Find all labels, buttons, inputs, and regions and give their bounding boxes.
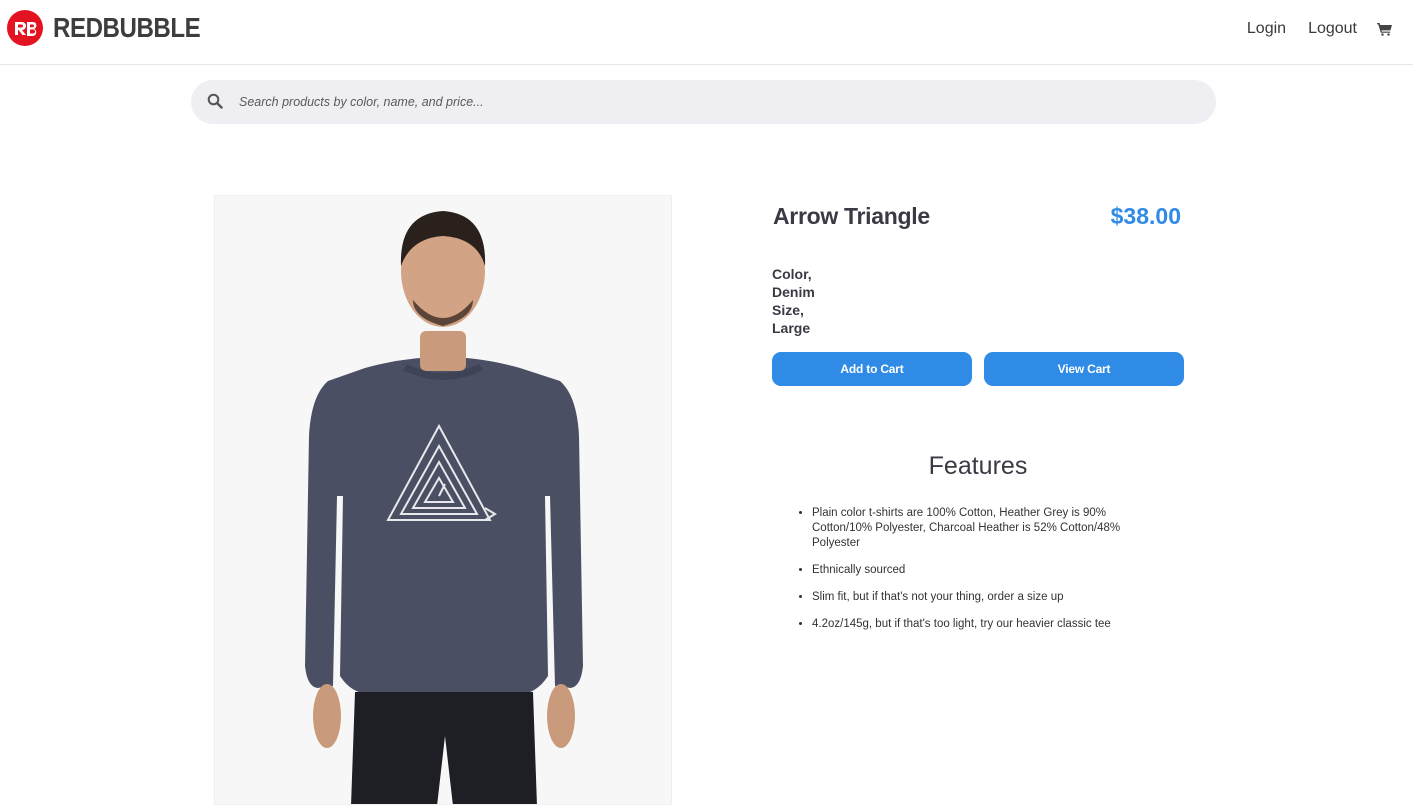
product-options: Color, Denim Size, Large — [772, 265, 815, 337]
product-image — [214, 195, 672, 805]
option-size-label: Size, — [772, 302, 804, 318]
add-to-cart-button[interactable]: Add to Cart — [772, 352, 972, 386]
option-size-value: Large — [772, 320, 811, 336]
search-input[interactable] — [239, 80, 1199, 124]
brand-logo[interactable]: REDBUBBLE — [7, 10, 224, 46]
login-link[interactable]: Login — [1247, 19, 1286, 39]
option-color-label: Color, — [772, 266, 812, 282]
option-color-value: Denim — [772, 284, 815, 300]
redbubble-logo-icon — [7, 10, 43, 46]
top-header: REDBUBBLE Login Logout — [0, 0, 1413, 65]
feature-item: 4.2oz/145g, but if that's too light, try… — [812, 617, 1142, 632]
features-list: Plain color t-shirts are 100% Cotton, He… — [812, 506, 1142, 644]
product-title: Arrow Triangle — [773, 203, 930, 229]
product-price: $38.00 — [1110, 203, 1181, 229]
features-heading: Features — [928, 452, 1028, 480]
feature-item: Ethnically sourced — [812, 563, 1142, 578]
feature-item: Slim fit, but if that's not your thing, … — [812, 590, 1142, 605]
search-icon[interactable] — [207, 93, 225, 111]
shopping-cart-icon[interactable] — [1377, 20, 1395, 38]
view-cart-button[interactable]: View Cart — [984, 352, 1184, 386]
logout-link[interactable]: Logout — [1308, 19, 1357, 39]
top-nav: Login Logout — [1225, 19, 1395, 39]
feature-item: Plain color t-shirts are 100% Cotton, He… — [812, 506, 1142, 551]
search-bar — [191, 80, 1216, 124]
brand-name: REDBUBBLE — [53, 12, 201, 43]
